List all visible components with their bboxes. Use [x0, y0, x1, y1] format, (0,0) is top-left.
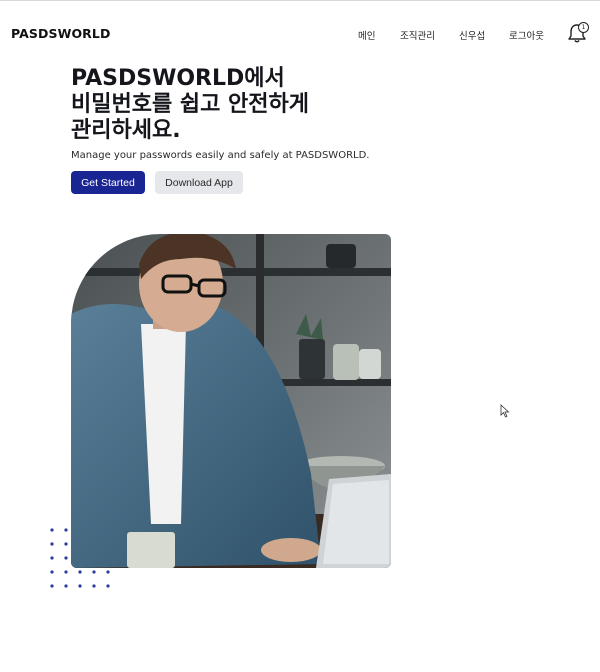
nav-logout[interactable]: 로그아웃 — [509, 28, 544, 42]
hero-title: PASDSWORLD에서 비밀번호를 쉽고 안전하게 관리하세요. — [71, 66, 391, 144]
nav-main[interactable]: 메인 — [358, 28, 375, 42]
download-app-button[interactable]: Download App — [155, 171, 243, 194]
notification-badge: 1 — [578, 22, 589, 33]
nav-user-profile[interactable]: 신우섭 — [459, 28, 485, 42]
top-border — [0, 0, 600, 1]
nav-organization[interactable]: 조직관리 — [400, 28, 435, 42]
hero-subtitle: Manage your passwords easily and safely … — [71, 150, 370, 161]
hero-title-line: 관리하세요. — [71, 118, 181, 143]
hero-image — [71, 234, 391, 568]
mouse-cursor-icon — [500, 404, 510, 418]
hero-title-line: PASDSWORLD에서 — [71, 66, 285, 91]
brand-logo[interactable]: PASDSWORLD — [11, 26, 110, 41]
decorative-dot-grid — [50, 528, 110, 588]
hero-title-line: 비밀번호를 쉽고 안전하게 — [71, 92, 309, 117]
get-started-button[interactable]: Get Started — [71, 171, 145, 194]
